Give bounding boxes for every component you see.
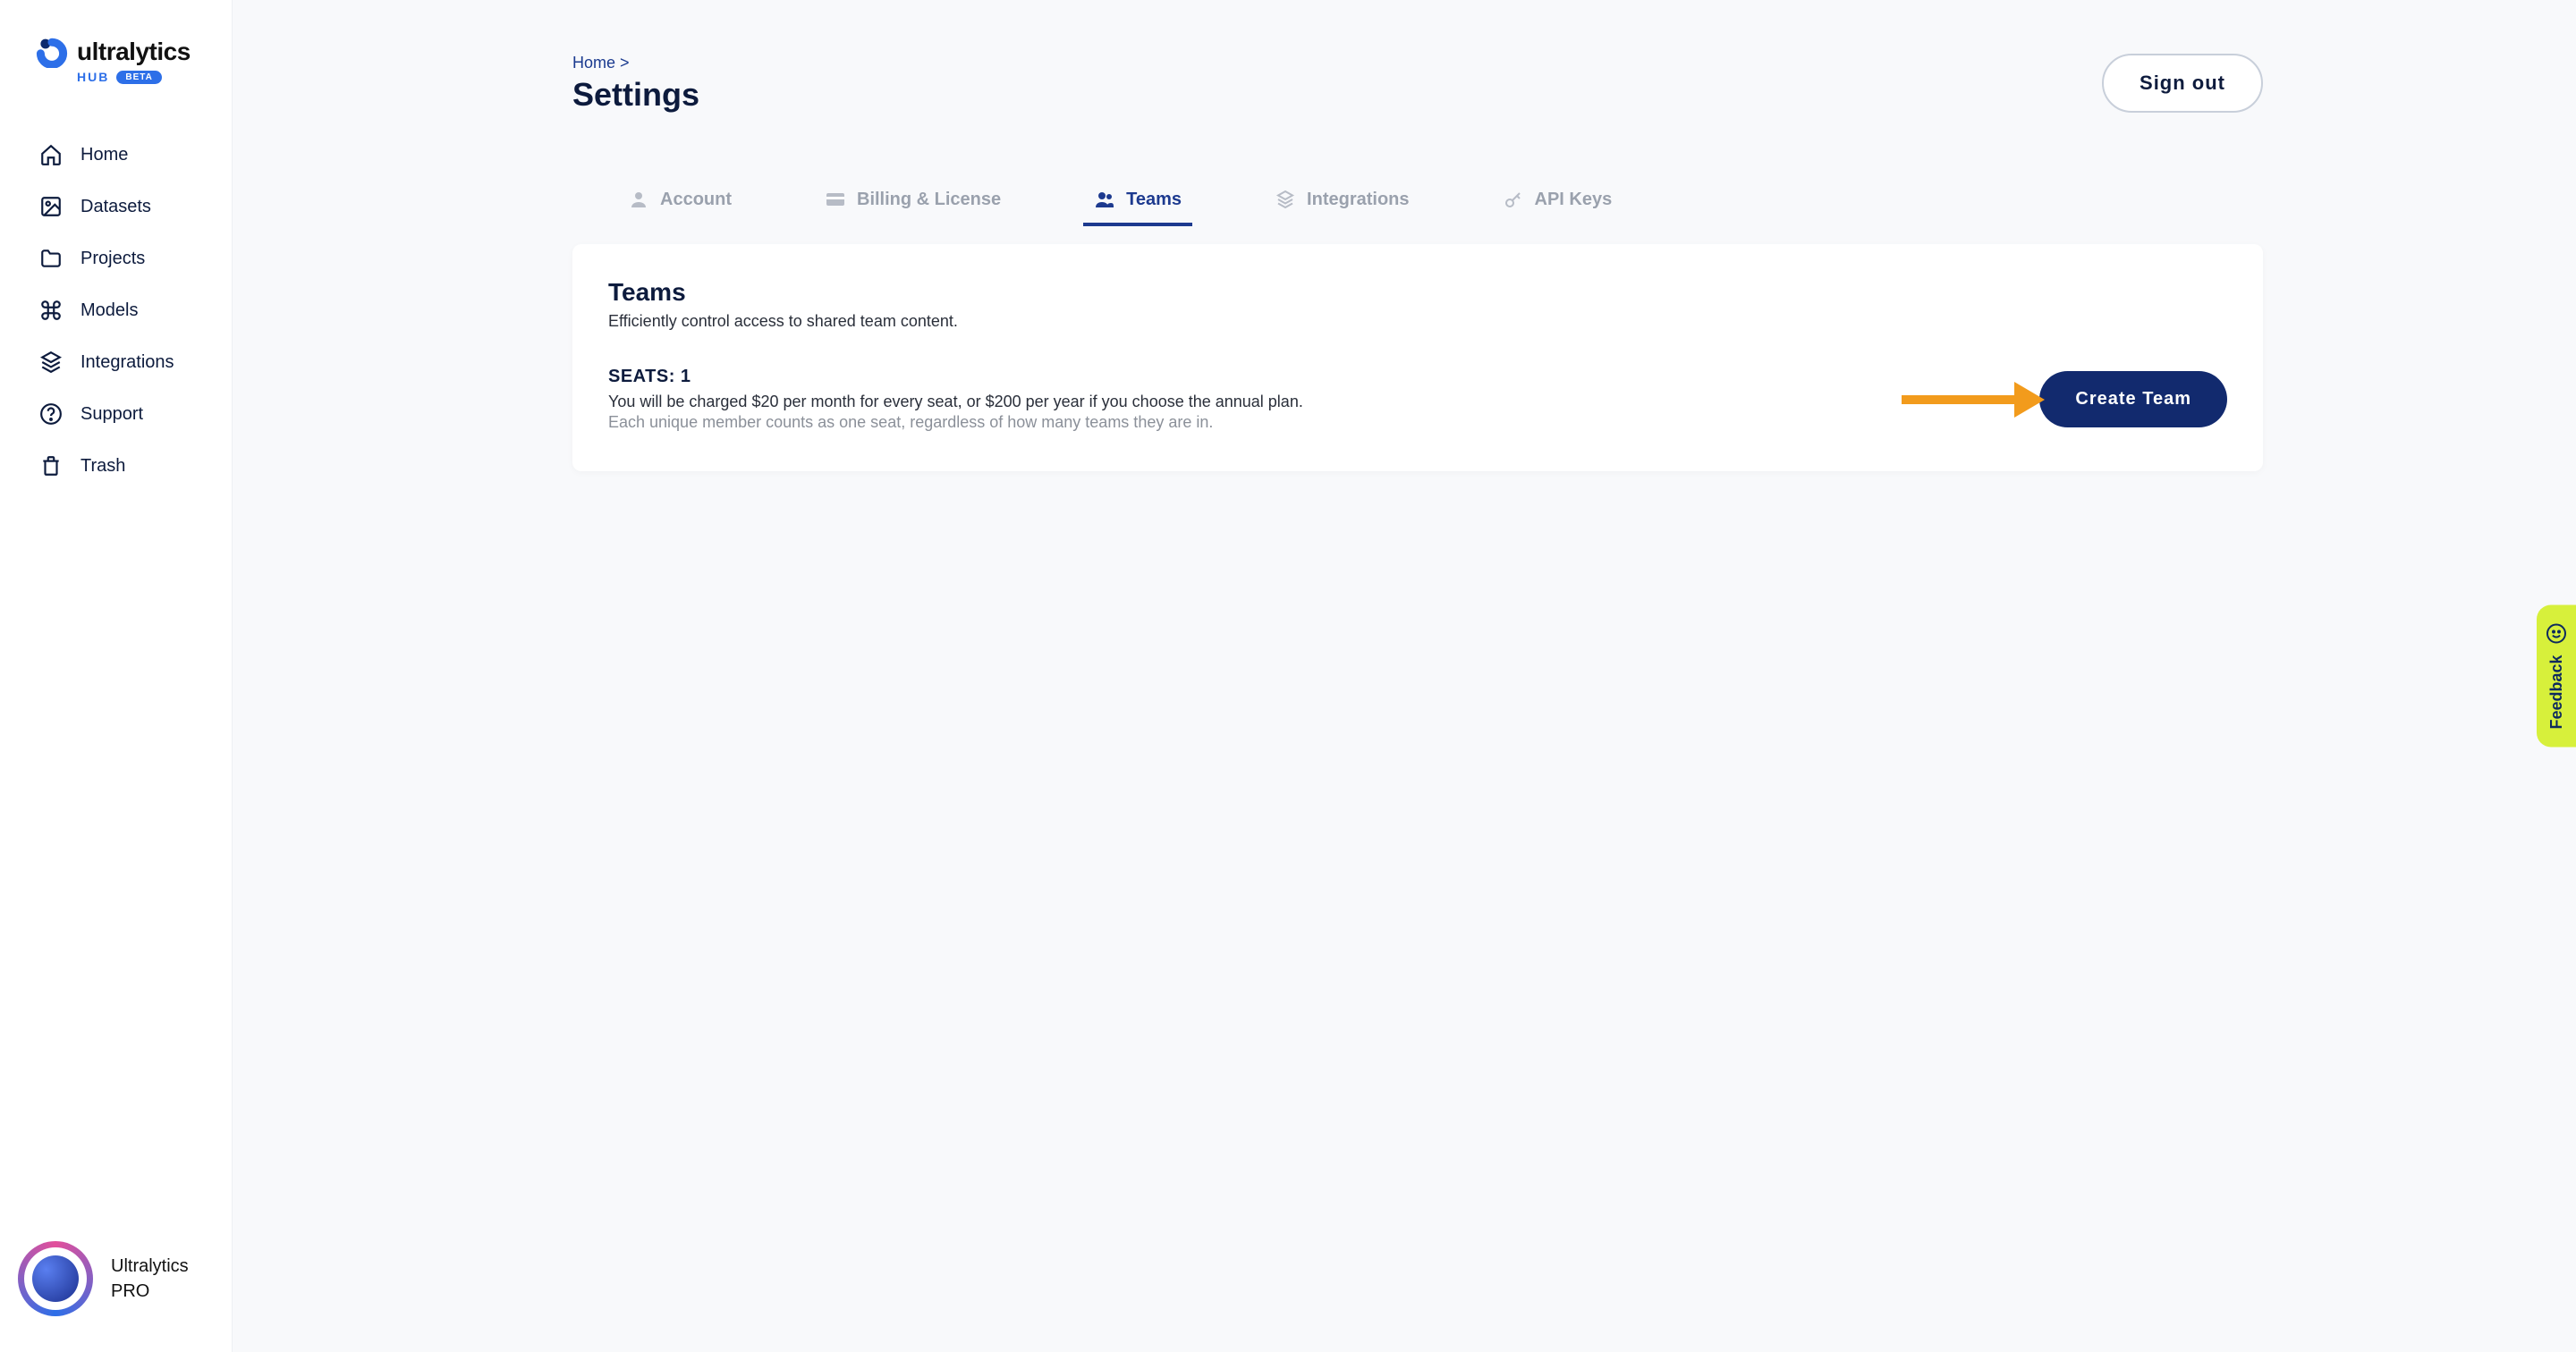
brand-sub: HUB (77, 70, 109, 84)
profile-text: Ultralytics PRO (111, 1254, 189, 1304)
annotation-arrow (1902, 387, 2045, 412)
feedback-tab[interactable]: Feedback (2537, 604, 2576, 747)
help-icon (39, 402, 63, 426)
folder-icon (39, 247, 63, 270)
sidebar-item-home[interactable]: Home (0, 129, 232, 181)
sidebar-nav: Home Datasets Projects Models Integratio… (0, 111, 232, 510)
layers-icon (1275, 189, 1296, 210)
tab-teams[interactable]: Teams (1083, 176, 1192, 226)
feedback-label: Feedback (2547, 655, 2566, 729)
sidebar-item-integrations[interactable]: Integrations (0, 336, 232, 388)
person-icon (628, 189, 649, 210)
trash-icon (39, 454, 63, 477)
breadcrumb: Home > (572, 54, 699, 72)
sidebar-item-label: Models (80, 300, 138, 321)
command-icon (39, 299, 63, 322)
home-icon (39, 143, 63, 166)
tab-account[interactable]: Account (617, 176, 742, 226)
breadcrumb-sep: > (620, 54, 630, 72)
sidebar-item-support[interactable]: Support (0, 388, 232, 440)
sidebar-item-label: Integrations (80, 352, 174, 373)
sign-out-button[interactable]: Sign out (2102, 54, 2263, 113)
sidebar-item-label: Datasets (80, 197, 151, 217)
card-icon (825, 189, 846, 210)
tab-billing[interactable]: Billing & License (814, 176, 1012, 226)
create-team-button[interactable]: Create Team (2039, 371, 2227, 427)
tab-label: Account (660, 190, 732, 210)
people-icon (1094, 189, 1115, 210)
tab-label: API Keys (1535, 190, 1613, 210)
tab-label: Billing & License (857, 190, 1001, 210)
seats-label: SEATS: 1 (608, 367, 1303, 387)
key-icon (1503, 189, 1524, 210)
sidebar-item-projects[interactable]: Projects (0, 232, 232, 284)
seats-desc-2: Each unique member counts as one seat, r… (608, 413, 1303, 432)
teams-title: Teams (608, 278, 2227, 307)
page-title: Settings (572, 76, 699, 114)
tab-integrations[interactable]: Integrations (1264, 176, 1419, 226)
tab-label: Integrations (1307, 190, 1409, 210)
logo-block[interactable]: ultralytics HUB BETA (0, 0, 232, 111)
profile-block[interactable]: Ultralytics PRO (0, 1214, 232, 1352)
sidebar-item-label: Support (80, 404, 143, 425)
profile-plan: PRO (111, 1279, 189, 1304)
brand-badge: BETA (116, 71, 161, 84)
profile-name: Ultralytics (111, 1254, 189, 1279)
brand-name: ultralytics (77, 38, 191, 66)
image-icon (39, 195, 63, 218)
sidebar-item-datasets[interactable]: Datasets (0, 181, 232, 232)
seats-desc-1: You will be charged $20 per month for ev… (608, 393, 1303, 411)
teams-card: Teams Efficiently control access to shar… (572, 244, 2263, 471)
sidebar: ultralytics HUB BETA Home Datasets Proje… (0, 0, 233, 1352)
sidebar-item-label: Projects (80, 249, 145, 269)
sidebar-item-models[interactable]: Models (0, 284, 232, 336)
brand-logo-icon (36, 36, 68, 68)
sidebar-item-trash[interactable]: Trash (0, 440, 232, 492)
smile-icon (2546, 622, 2567, 644)
sidebar-item-label: Trash (80, 456, 125, 477)
breadcrumb-home[interactable]: Home (572, 54, 615, 72)
tab-apikeys[interactable]: API Keys (1492, 176, 1623, 226)
layers-icon (39, 351, 63, 374)
settings-tabs: Account Billing & License Teams Integrat… (572, 176, 2263, 226)
sidebar-item-label: Home (80, 145, 128, 165)
avatar (18, 1241, 93, 1316)
teams-subtitle: Efficiently control access to shared tea… (608, 312, 2227, 331)
main-content: Home > Settings Sign out Account Billing… (233, 0, 2576, 1352)
tab-label: Teams (1126, 190, 1182, 210)
